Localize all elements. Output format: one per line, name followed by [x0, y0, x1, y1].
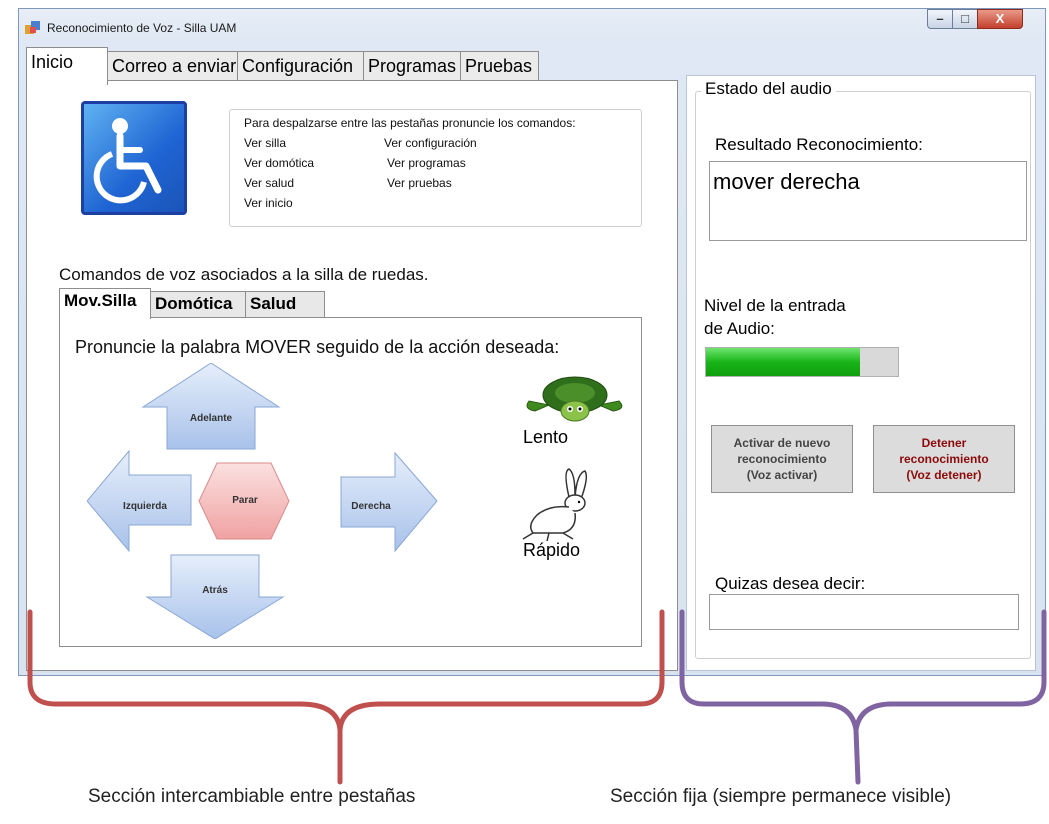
commands-box: Para despalzarse entre las pestañas pron…	[229, 109, 642, 227]
audio-group-title: Estado del audio	[701, 79, 836, 99]
activate-line2: reconocimiento	[737, 452, 827, 466]
commands-intro: Para despalzarse entre las pestañas pron…	[244, 116, 576, 130]
speed-slow-label: Lento	[523, 427, 569, 447]
audio-level-label: Nivel de la entrada de Audio:	[704, 294, 904, 340]
minimize-button[interactable]: –	[927, 9, 953, 29]
right-section-brace	[679, 609, 1047, 785]
tab-programas[interactable]: Programas	[363, 51, 461, 81]
turtle-icon	[526, 376, 623, 422]
tab-pruebas[interactable]: Pruebas	[460, 51, 539, 81]
tab-configuracion[interactable]: Configuración	[237, 51, 364, 81]
wheelchair-icon	[81, 101, 187, 215]
result-label: Resultado Reconocimiento:	[715, 135, 923, 154]
stop-button-text: Detener reconocimiento (Voz detener)	[899, 435, 988, 483]
activate-button-text: Activar de nuevo reconocimiento (Voz act…	[734, 435, 831, 483]
arrow-down-label: Atrás	[202, 585, 228, 596]
result-value: mover derecha	[713, 169, 860, 194]
rabbit-icon	[522, 468, 588, 542]
speed-fast-label: Rápido	[523, 540, 581, 560]
section-braces	[27, 609, 1047, 785]
arrow-up: Adelante	[141, 363, 281, 450]
arrow-right-label: Derecha	[351, 501, 391, 512]
arrow-left: Izquierda	[87, 449, 192, 553]
stop-hexagon: Parar	[198, 462, 290, 540]
activate-line3: (Voz activar)	[746, 468, 818, 482]
direction-arrows: Adelante Izquierda Parar Derecha Atrás	[87, 363, 438, 639]
arrow-right: Derecha	[340, 451, 438, 553]
stop-line1: Detener	[921, 436, 967, 450]
suggestion-label: Quizas desea decir:	[715, 574, 866, 593]
tab-inicio[interactable]: Inicio	[26, 47, 108, 85]
inner-tab-mov-silla[interactable]: Mov.Silla	[59, 288, 151, 319]
inner-tab-salud[interactable]: Salud	[245, 291, 325, 317]
stop-line2: reconocimiento	[899, 452, 989, 466]
left-section-brace	[27, 609, 665, 785]
activate-recognition-button[interactable]: Activar de nuevo reconocimiento (Voz act…	[711, 425, 853, 493]
command-ver-pruebas: Ver pruebas	[387, 176, 452, 190]
activate-line1: Activar de nuevo	[733, 436, 831, 450]
instruction-text: Pronuncie la palabra MOVER seguido de la…	[75, 337, 560, 357]
audio-level-label-line1: Nivel de la entrada	[704, 296, 846, 315]
maximize-icon: □	[961, 11, 969, 26]
minimize-icon: –	[936, 11, 944, 26]
command-ver-salud: Ver salud	[244, 176, 295, 190]
inner-tab-domotica[interactable]: Domótica	[150, 291, 246, 317]
command-ver-silla: Ver silla	[244, 136, 287, 150]
voice-commands-label: Comandos de voz asociados a la silla de …	[59, 265, 429, 284]
app-icon	[25, 21, 40, 34]
app-window: Reconocimiento de Voz - Silla UAM – □ X …	[18, 8, 1046, 676]
arrow-left-label: Izquierda	[123, 501, 167, 512]
window-title: Reconocimiento de Voz - Silla UAM	[47, 21, 237, 35]
tab-correo[interactable]: Correo a enviar	[107, 51, 238, 81]
command-ver-configuracion: Ver configuración	[384, 136, 477, 150]
caption-fixed-section: Sección fija (siempre permanece visible)	[610, 786, 952, 807]
stop-line3: (Voz detener)	[906, 468, 982, 482]
close-button[interactable]: X	[977, 9, 1023, 29]
arrow-up-label: Adelante	[190, 413, 233, 424]
title-bar[interactable]: Reconocimiento de Voz - Silla UAM – □ X	[19, 9, 1045, 49]
audio-level-label-line2: de Audio:	[704, 319, 775, 338]
stop-recognition-button[interactable]: Detener reconocimiento (Voz detener)	[873, 425, 1015, 493]
command-ver-programas: Ver programas	[387, 156, 466, 170]
audio-level-fill	[706, 348, 860, 376]
audio-level-bar	[705, 347, 899, 377]
command-ver-domotica: Ver domótica	[244, 156, 315, 170]
caption-swappable-section: Sección intercambiable entre pestañas	[88, 786, 416, 807]
stop-label: Parar	[232, 495, 258, 506]
command-ver-inicio: Ver inicio	[244, 196, 293, 210]
maximize-button[interactable]: □	[952, 9, 978, 29]
close-icon: X	[995, 11, 1005, 26]
